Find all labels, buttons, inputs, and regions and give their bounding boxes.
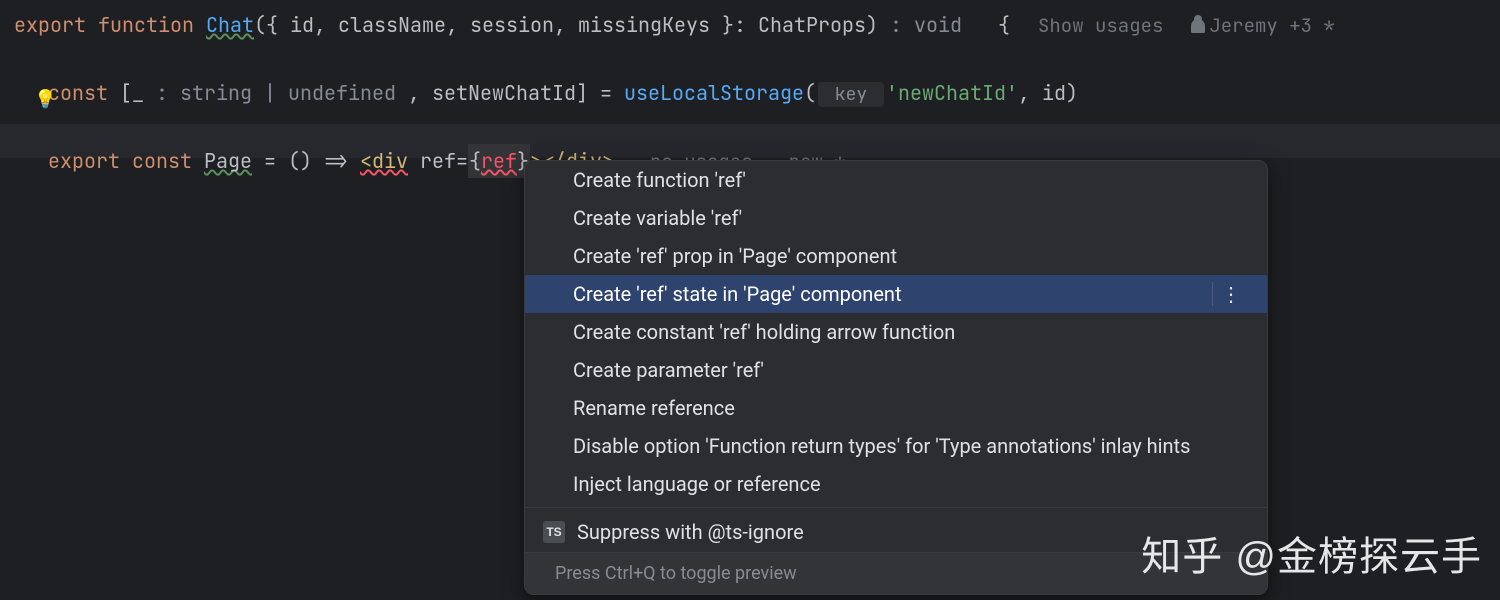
popup-footer: Press Ctrl+Q to toggle preview: [525, 552, 1267, 594]
inlay-param-hint: key: [818, 82, 884, 107]
code-line[interactable]: const [_ : string | undefined , setNewCh…: [0, 76, 1500, 110]
function-name: Chat: [206, 12, 254, 38]
intention-item[interactable]: Create variable 'ref': [525, 199, 1267, 237]
code-line[interactable]: [0, 110, 1500, 144]
more-actions-icon[interactable]: ⋮: [1212, 282, 1249, 306]
code-line[interactable]: [0, 42, 1500, 76]
intention-item-label: Create function 'ref': [573, 168, 746, 192]
intention-item[interactable]: Create parameter 'ref': [525, 351, 1267, 389]
code-line[interactable]: export function Chat({ id, className, se…: [0, 8, 1500, 42]
intention-item-label: Create 'ref' state in 'Page' component: [573, 282, 902, 306]
intention-item[interactable]: Create 'ref' state in 'Page' component ⋮: [525, 275, 1267, 313]
inlay-return-type: : void: [878, 12, 974, 38]
keyword-export: export: [14, 12, 86, 38]
separator: [525, 507, 1267, 508]
intention-item-label: Rename reference: [573, 396, 735, 420]
intention-item-label: Create constant 'ref' holding arrow func…: [573, 320, 955, 344]
intention-item[interactable]: Disable option 'Function return types' f…: [525, 427, 1267, 465]
intention-item[interactable]: Create constant 'ref' holding arrow func…: [525, 313, 1267, 351]
intention-item-label: Create variable 'ref': [573, 206, 742, 230]
suppress-label: Suppress with @ts-ignore: [577, 520, 804, 544]
intention-popup: Create function 'ref' Create variable 're…: [524, 160, 1268, 595]
error-identifier: ref: [481, 148, 517, 174]
show-usages-hint[interactable]: Show usages: [1038, 13, 1163, 38]
inlay-type-hint: : string | undefined: [144, 80, 408, 106]
keyword-function: function: [98, 12, 194, 38]
author-hint[interactable]: Jeremy +3 *: [1191, 13, 1334, 38]
intention-item-label: Create 'ref' prop in 'Page' component: [573, 244, 897, 268]
intention-item-label: Disable option 'Function return types' f…: [573, 434, 1190, 458]
code-editor[interactable]: export function Chat({ id, className, se…: [0, 0, 1500, 178]
suppress-item[interactable]: TS Suppress with @ts-ignore: [525, 512, 1267, 552]
avatar-icon: [1191, 19, 1205, 33]
intention-item[interactable]: Create 'ref' prop in 'Page' component: [525, 237, 1267, 275]
intention-bulb-icon[interactable]: 💡: [34, 88, 56, 111]
intention-item-label: Create parameter 'ref': [573, 358, 764, 382]
intention-item[interactable]: Rename reference: [525, 389, 1267, 427]
intention-item[interactable]: Create function 'ref': [525, 161, 1267, 199]
intention-item-label: Inject language or reference: [573, 472, 821, 496]
ts-badge-icon: TS: [543, 521, 565, 543]
intention-item[interactable]: Inject language or reference: [525, 465, 1267, 503]
